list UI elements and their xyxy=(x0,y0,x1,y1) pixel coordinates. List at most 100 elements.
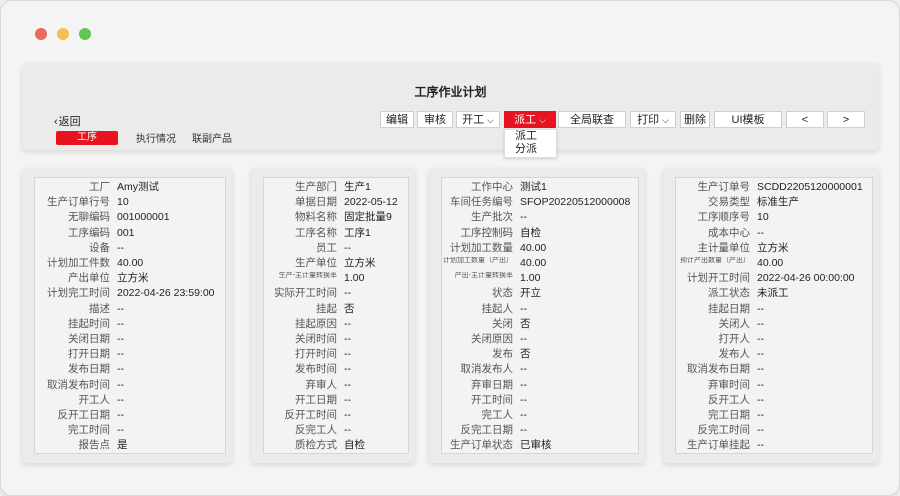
field-value: 未派工 xyxy=(757,287,789,300)
field-label: 物料名称 xyxy=(295,211,337,224)
field-row: 反完工日期 -- xyxy=(442,423,638,438)
field-label: 产出-主计量转换率 xyxy=(454,272,513,280)
field-label: 无聊编码 xyxy=(68,211,110,224)
field-row: 工厂 Amy测试 xyxy=(35,180,225,195)
field-row: 挂起否 xyxy=(264,302,408,317)
field-label: 工厂 xyxy=(89,181,110,193)
field-row: 挂起人 -- xyxy=(442,302,638,317)
field-value: 1.00 xyxy=(344,272,365,285)
field-row: 挂起时间 -- xyxy=(35,317,225,332)
field-row: 产出单位 立方米 xyxy=(35,271,225,286)
field-value: -- xyxy=(117,363,124,376)
tab-coproducts[interactable]: 联副产品 xyxy=(192,130,232,145)
field-label: 挂起原因 xyxy=(295,317,337,330)
tab-bar: 工序 执行情况 联副产品 xyxy=(56,130,248,145)
field-row: 描述 -- xyxy=(35,302,225,317)
field-row: 物料名称 固定批量9 xyxy=(264,210,408,225)
dropdown-item-dispatch[interactable]: 派工 xyxy=(505,130,556,143)
field-value: 标准生产 xyxy=(757,196,799,209)
back-button[interactable]: ‹返回 xyxy=(54,113,81,129)
chevron-down-icon: ⌵ xyxy=(539,115,546,125)
info-card-2: 生产部门 生产1 单据日期 2022-05-12 物料名称 固定批量9 工序名称 工序1 员工 -… xyxy=(251,168,415,463)
chevron-down-icon: ⌵ xyxy=(662,115,669,125)
field-label: 成本中心 xyxy=(708,226,750,239)
field-label: 生产部门 xyxy=(295,181,337,193)
field-label: 产出单位 xyxy=(68,272,110,285)
field-value: -- xyxy=(117,424,124,437)
field-row: 生产订单挂起 -- xyxy=(676,438,872,453)
header-panel: 工序作业计划 ‹返回 工序 执行情况 联副产品 编辑 审核 开工 ⌵ 派工 ⌵ 全局… xyxy=(22,63,879,150)
delete-button[interactable]: 删除 xyxy=(680,111,710,128)
field-row: 弃审日期 -- xyxy=(442,378,638,393)
field-label: 发布时间 xyxy=(295,363,337,376)
field-value: 否 xyxy=(520,348,531,361)
field-value: -- xyxy=(757,317,764,330)
field-label: 开工人 xyxy=(78,393,111,406)
field-label: 生产批次 xyxy=(471,211,513,224)
next-button[interactable]: > xyxy=(827,111,865,128)
field-label: 工序编码 xyxy=(68,226,110,239)
page-title: 工序作业计划 xyxy=(414,85,487,99)
window-minimize-dot[interactable] xyxy=(57,28,69,40)
start-work-button[interactable]: 开工 ⌵ xyxy=(456,111,500,128)
field-value: -- xyxy=(117,409,124,421)
field-label: 设备 xyxy=(89,241,110,254)
info-card-4-body: 生产订单号 SCDD2205120000001 交易类型 标准生产 工序顺序号 10 成本中… xyxy=(675,177,873,454)
prev-button[interactable]: < xyxy=(786,111,824,128)
field-row: 完工人 -- xyxy=(442,408,638,423)
field-label: 取消发布人 xyxy=(460,363,514,376)
field-row: 关闭时间 -- xyxy=(264,332,408,347)
field-value: -- xyxy=(757,363,764,376)
field-label: 车间任务编号 xyxy=(450,196,513,209)
info-card-1: 工厂 Amy测试 生产订单行号 10 无聊编码 001000001 工序编码 001 设备 -- 计… xyxy=(22,168,232,463)
field-label: 反完工时间 xyxy=(697,424,751,437)
field-value: 工序1 xyxy=(344,226,371,239)
field-value: 固定批量9 xyxy=(344,211,392,224)
field-row: 反开工日期 -- xyxy=(35,408,225,423)
field-row: 工作中心 测试1 xyxy=(442,180,638,195)
field-label: 完工人 xyxy=(481,409,514,421)
field-value: -- xyxy=(117,333,124,345)
dispatch-dropdown-menu: 派工 分派 xyxy=(504,129,557,158)
field-label: 开工日期 xyxy=(295,393,337,406)
field-label: 反开工人 xyxy=(708,393,750,406)
tab-execution[interactable]: 执行情况 xyxy=(136,130,176,145)
field-value: -- xyxy=(117,348,124,361)
field-value: 40.00 xyxy=(117,257,144,269)
field-row: 关闭否 xyxy=(442,317,638,332)
field-row: 工序编码 001 xyxy=(35,226,225,241)
tab-process[interactable]: 工序 xyxy=(56,130,118,145)
field-value: -- xyxy=(520,302,527,315)
review-button[interactable]: 审核 xyxy=(417,111,453,128)
field-label: 派工状态 xyxy=(708,287,750,300)
window-close-dot[interactable] xyxy=(35,28,47,40)
field-value: -- xyxy=(520,363,527,376)
window-maximize-dot[interactable] xyxy=(79,28,91,40)
field-value: -- xyxy=(344,409,351,421)
field-row: 完工时间 -- xyxy=(35,423,225,438)
info-card-3-body: 工作中心 测试1 车间任务编号 SFOP20220512000008 生产批次 -- 工序控… xyxy=(441,177,639,454)
field-value: -- xyxy=(520,378,527,391)
field-value: 40.00 xyxy=(757,257,784,269)
print-button[interactable]: 打印 ⌵ xyxy=(630,111,676,128)
field-row: 挂起日期 -- xyxy=(676,302,872,317)
field-value: -- xyxy=(117,241,124,254)
field-value: 001 xyxy=(117,226,135,239)
field-label: 质检方式 xyxy=(295,439,337,452)
field-value: -- xyxy=(757,302,764,315)
global-query-button[interactable]: 全局联查 xyxy=(558,111,626,128)
field-value: -- xyxy=(344,393,351,406)
edit-button[interactable]: 编辑 xyxy=(380,111,414,128)
field-label: 反完工人 xyxy=(295,424,337,437)
field-value: 40.00 xyxy=(520,241,547,254)
ui-template-button[interactable]: UI模板 xyxy=(714,111,782,128)
field-row: 反完工人 -- xyxy=(264,423,408,438)
dropdown-item-assign[interactable]: 分派 xyxy=(505,143,556,156)
dispatch-button[interactable]: 派工 ⌵ xyxy=(504,111,556,128)
field-label: 员工 xyxy=(316,241,337,254)
field-value: 是 xyxy=(117,439,128,452)
field-row: 开工人 -- xyxy=(35,393,225,408)
field-row: 实际开工时间 -- xyxy=(264,286,408,301)
field-row: 计划加工件数 40.00 xyxy=(35,256,225,271)
field-row: 取消发布人 -- xyxy=(442,362,638,377)
